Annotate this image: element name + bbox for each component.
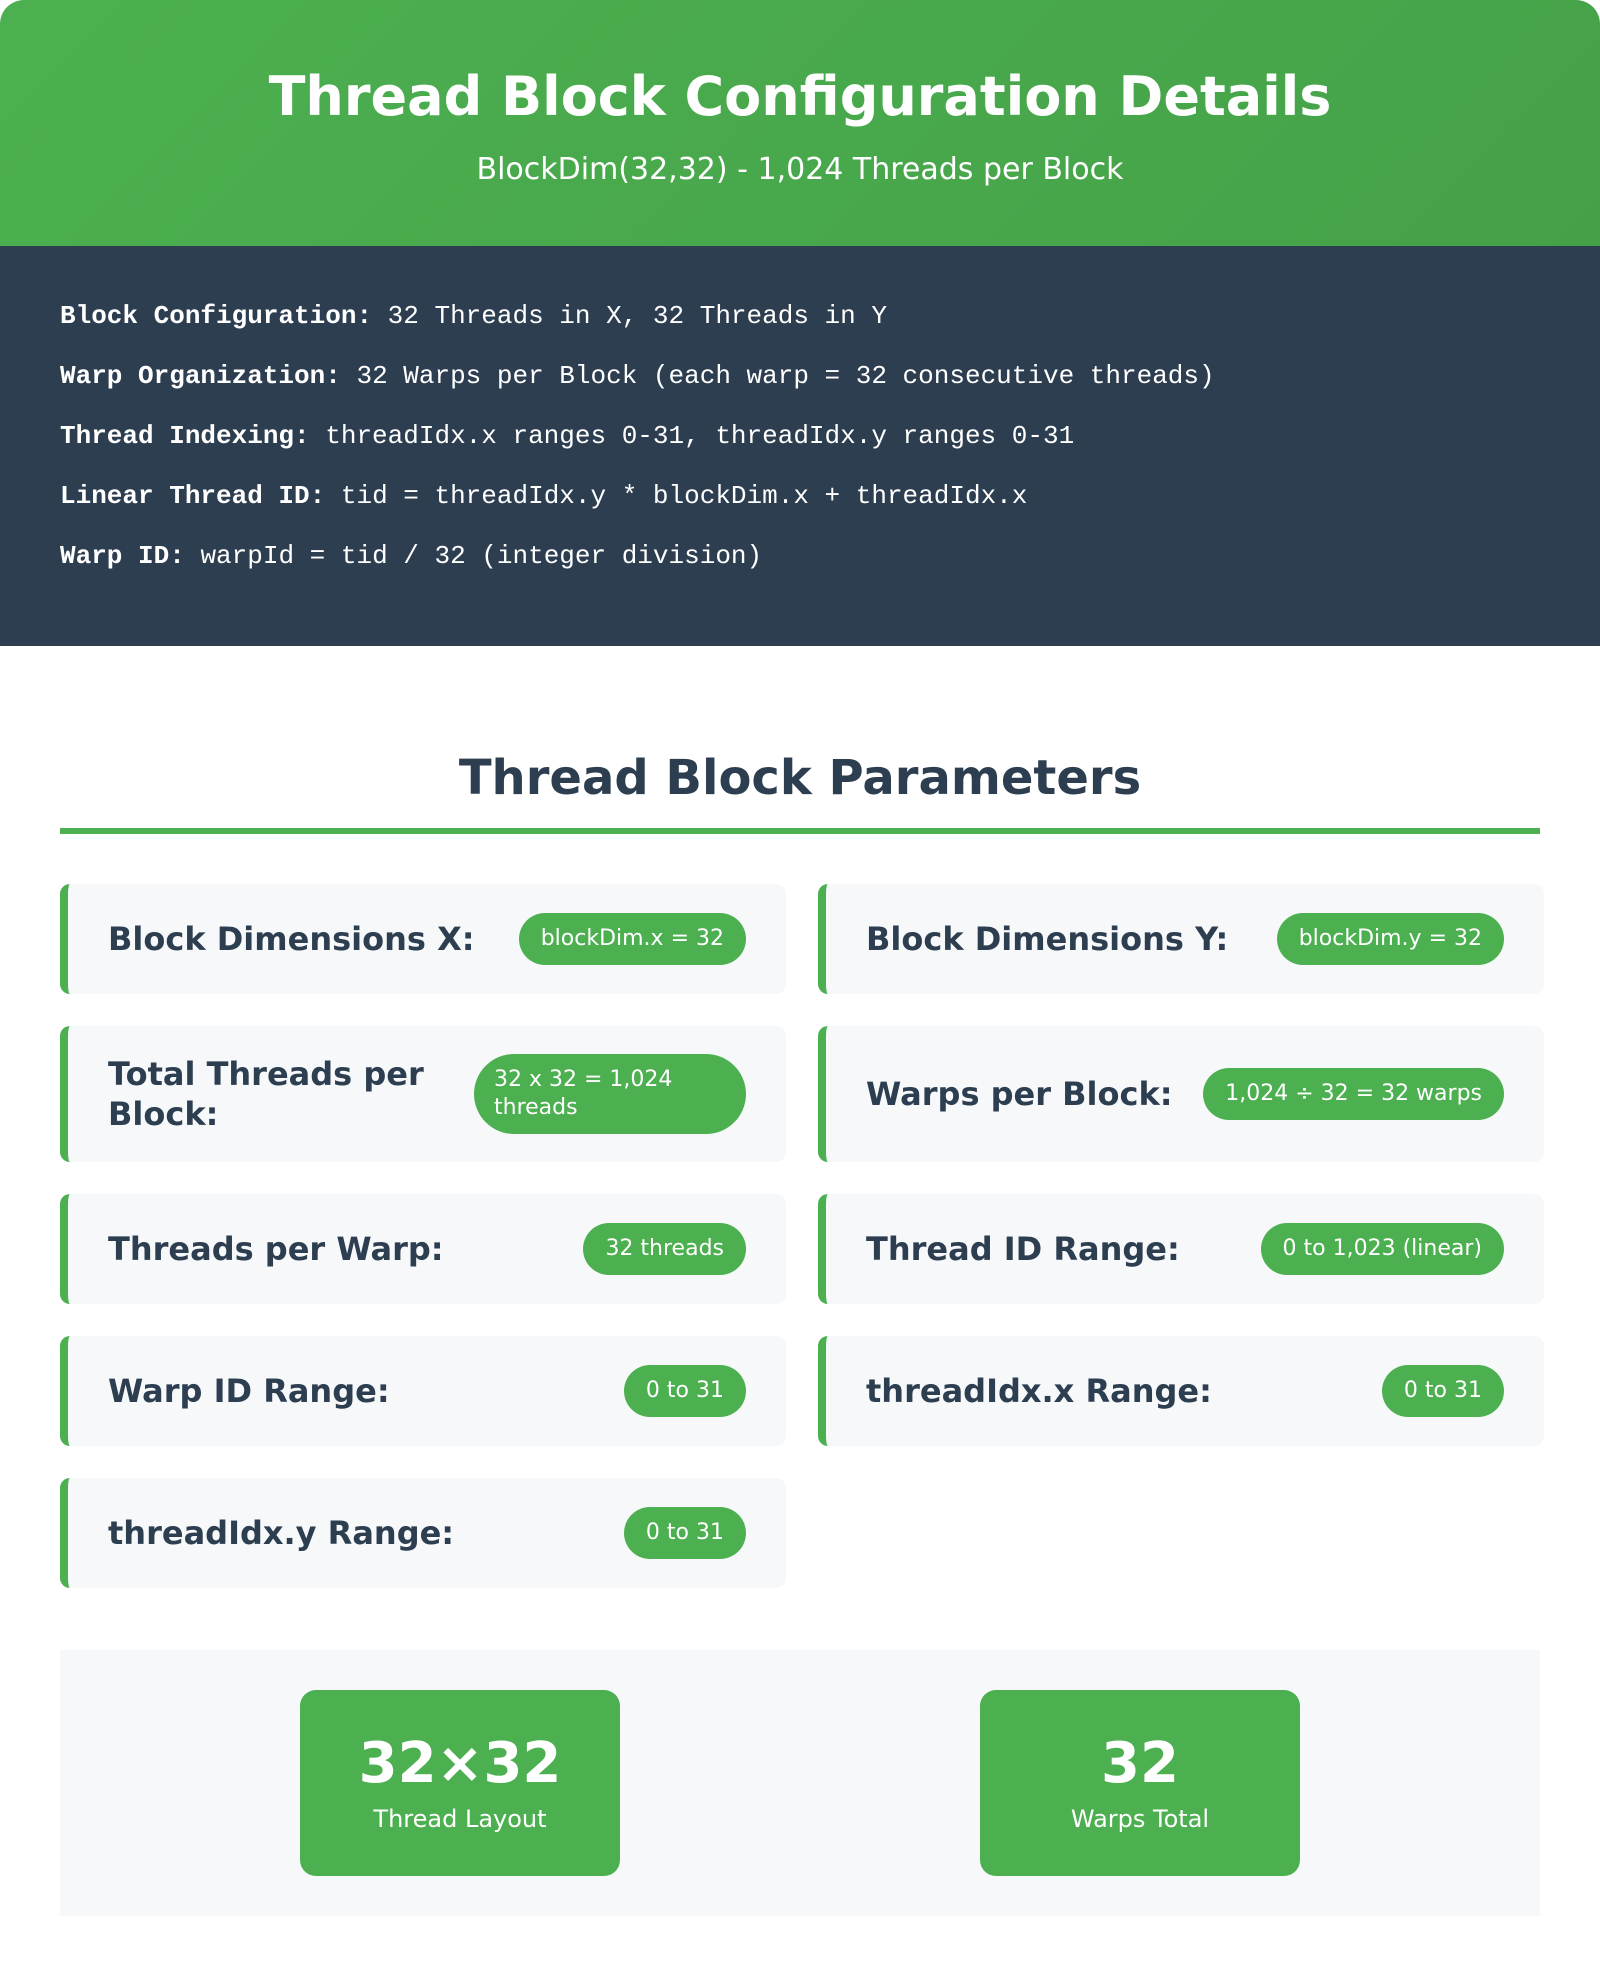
config-key: Linear Thread ID: xyxy=(60,481,326,511)
param-card-block-dim-y: Block Dimensions Y: blockDim.y = 32 xyxy=(818,884,1544,994)
config-line-linear-thread-id: Linear Thread ID: tid = threadIdx.y * bl… xyxy=(60,476,1540,536)
config-line-warp-id: Warp ID: warpId = tid / 32 (integer divi… xyxy=(60,536,1540,596)
param-value-badge: blockDim.x = 32 xyxy=(518,913,746,965)
stat-number: 32 xyxy=(1101,1731,1179,1796)
stat-caption: Thread Layout xyxy=(373,1805,547,1833)
param-value-badge: 0 to 31 xyxy=(623,1365,746,1417)
param-label: threadIdx.x Range: xyxy=(866,1372,1212,1410)
param-value-badge: 32 x 32 = 1,024 threads xyxy=(474,1054,746,1134)
config-value: 32 Threads in X, 32 Threads in Y xyxy=(387,301,887,331)
config-panel: Block Configuration: 32 Threads in X, 32… xyxy=(0,246,1600,646)
page-subtitle: BlockDim(32,32) - 1,024 Threads per Bloc… xyxy=(476,152,1124,187)
param-label: Total Threads per Block: xyxy=(108,1055,424,1133)
param-card-threadidx-y-range: threadIdx.y Range: 0 to 31 xyxy=(60,1478,786,1588)
page: Thread Block Configuration Details Block… xyxy=(0,0,1600,1916)
section-title: Thread Block Parameters xyxy=(60,646,1540,834)
param-label: Block Dimensions X: xyxy=(108,920,475,958)
param-card-block-dim-x: Block Dimensions X: blockDim.x = 32 xyxy=(60,884,786,994)
param-card-threads-per-warp: Threads per Warp: 32 threads xyxy=(60,1194,786,1304)
param-value-badge: 1,024 ÷ 32 = 32 warps xyxy=(1203,1068,1504,1120)
param-label: Threads per Warp: xyxy=(108,1230,444,1268)
param-label: threadIdx.y Range: xyxy=(108,1514,455,1552)
parameters-grid: Block Dimensions X: blockDim.x = 32 Bloc… xyxy=(60,884,1544,1620)
param-value-badge: blockDim.y = 32 xyxy=(1276,913,1504,965)
param-value-badge: 0 to 1,023 (linear) xyxy=(1260,1223,1504,1275)
summary-panel: 32×32 Thread Layout 32 Warps Total xyxy=(60,1650,1540,1916)
stat-number: 32×32 xyxy=(358,1731,562,1796)
config-value: warpId = tid / 32 (integer division) xyxy=(200,541,763,571)
param-card-warp-id-range: Warp ID Range: 0 to 31 xyxy=(60,1336,786,1446)
config-key: Warp ID: xyxy=(60,541,185,571)
param-card-thread-id-range: Thread ID Range: 0 to 1,023 (linear) xyxy=(818,1194,1544,1304)
header-banner: Thread Block Configuration Details Block… xyxy=(0,0,1600,246)
config-value: threadIdx.x ranges 0-31, threadIdx.y ran… xyxy=(325,421,1075,451)
page-title: Thread Block Configuration Details xyxy=(268,65,1332,128)
config-key: Thread Indexing: xyxy=(60,421,310,451)
param-label: Block Dimensions Y: xyxy=(866,920,1229,958)
config-key: Block Configuration: xyxy=(60,301,373,331)
param-card-total-threads: Total Threads per Block: 32 x 32 = 1,024… xyxy=(60,1026,786,1162)
param-card-threadidx-x-range: threadIdx.x Range: 0 to 31 xyxy=(818,1336,1544,1446)
config-line-warp-organization: Warp Organization: 32 Warps per Block (e… xyxy=(60,356,1540,416)
param-value-badge: 0 to 31 xyxy=(1381,1365,1504,1417)
param-card-warps-per-block: Warps per Block: 1,024 ÷ 32 = 32 warps xyxy=(818,1026,1544,1162)
param-label: Warp ID Range: xyxy=(108,1372,390,1410)
config-line-thread-indexing: Thread Indexing: threadIdx.x ranges 0-31… xyxy=(60,416,1540,476)
stat-caption: Warps Total xyxy=(1070,1805,1210,1833)
parameters-section: Thread Block Parameters Block Dimensions… xyxy=(0,646,1600,1620)
config-key: Warp Organization: xyxy=(60,361,341,391)
config-line-block-configuration: Block Configuration: 32 Threads in X, 32… xyxy=(60,296,1540,356)
stat-card-thread-layout: 32×32 Thread Layout xyxy=(300,1690,620,1876)
config-value: tid = threadIdx.y * blockDim.x + threadI… xyxy=(340,481,1028,511)
param-label: Warps per Block: xyxy=(866,1075,1173,1113)
config-value: 32 Warps per Block (each warp = 32 conse… xyxy=(356,361,1215,391)
param-label: Thread ID Range: xyxy=(866,1230,1180,1268)
stat-card-warps-total: 32 Warps Total xyxy=(980,1690,1300,1876)
param-value-badge: 32 threads xyxy=(583,1223,746,1275)
param-value-badge: 0 to 31 xyxy=(623,1507,746,1559)
